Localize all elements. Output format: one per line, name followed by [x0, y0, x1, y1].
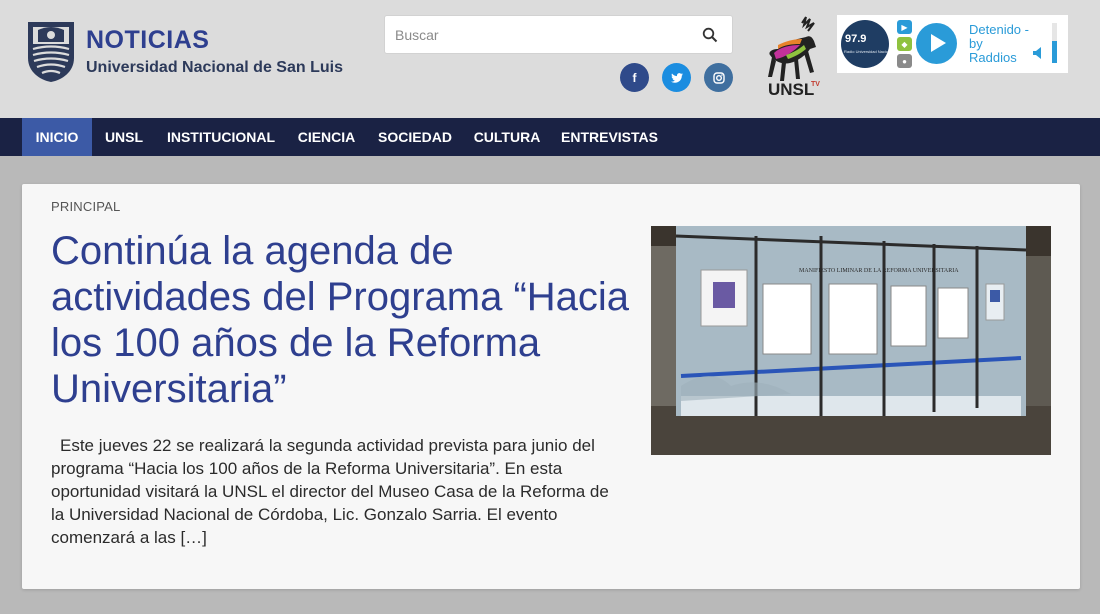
article-excerpt: Este jueves 22 se realizará la segunda a… [51, 436, 609, 547]
logo-subtitle: Universidad Nacional de San Luis [86, 59, 343, 76]
article-image-caption: MANIFIESTO LIMINAR DE LA REFORMA UNIVERS… [799, 268, 959, 274]
android-icon[interactable]: ◆ [897, 37, 912, 51]
radio-station-logo: 97.9 Radio Universidad Nacional de San L… [841, 20, 889, 68]
site-logo[interactable]: NOTICIAS Universidad Nacional de San Lui… [24, 18, 364, 86]
play-button[interactable] [916, 23, 957, 64]
article-image[interactable]: MANIFIESTO LIMINAR DE LA REFORMA UNIVERS… [651, 226, 1051, 455]
search-icon[interactable] [702, 27, 718, 43]
instagram-button[interactable] [704, 63, 733, 92]
radio-player: 97.9 Radio Universidad Nacional de San L… [837, 15, 1068, 73]
twitter-button[interactable] [662, 63, 691, 92]
nav-item-inicio[interactable]: INICIO [22, 118, 92, 156]
featured-article-card: PRINCIPAL Continúa la agenda de activida… [22, 184, 1080, 589]
volume-slider[interactable] [1052, 23, 1057, 63]
nav-item-institucional[interactable]: INSTITUCIONAL [156, 118, 286, 156]
radio-stream-icon[interactable]: ▶ [897, 20, 912, 34]
site-header: NOTICIAS Universidad Nacional de San Lui… [0, 0, 1100, 118]
nav-item-sociedad[interactable]: SOCIEDAD [367, 118, 463, 156]
apple-icon[interactable]: ● [897, 54, 912, 68]
facebook-button[interactable]: f [620, 63, 649, 92]
search-box [384, 15, 733, 54]
facebook-icon: f [632, 70, 637, 85]
nav-item-cultura[interactable]: CULTURA [463, 118, 551, 156]
unsl-shield-icon [28, 22, 74, 82]
volume-icon[interactable] [1033, 47, 1041, 59]
search-input[interactable] [385, 16, 685, 53]
twitter-icon [670, 72, 683, 83]
volume-level [1052, 41, 1057, 63]
nav-item-entrevistas[interactable]: ENTREVISTAS [551, 118, 668, 156]
article-category[interactable]: PRINCIPAL [51, 199, 120, 214]
article-photo-graphic: MANIFIESTO LIMINAR DE LA REFORMA UNIVERS… [651, 226, 1051, 455]
main-nav: INICIO UNSL INSTITUCIONAL CIENCIA SOCIED… [0, 118, 1100, 156]
radio-frequency: 97.9 [845, 33, 867, 45]
instagram-icon [712, 71, 725, 84]
radio-status: Detenido - by Raddios [969, 22, 1029, 65]
unsl-tv-label: UNSL [768, 80, 815, 99]
logo-title: NOTICIAS [86, 26, 210, 54]
radio-station-label: Radio Universidad Nacional de San Luis [844, 49, 888, 54]
nav-item-ciencia[interactable]: CIENCIA [286, 118, 367, 156]
article-title[interactable]: Continúa la agenda de actividades del Pr… [51, 228, 631, 412]
nav-item-unsl[interactable]: UNSL [92, 118, 156, 156]
unsl-tv-sup: TV [811, 81, 820, 88]
